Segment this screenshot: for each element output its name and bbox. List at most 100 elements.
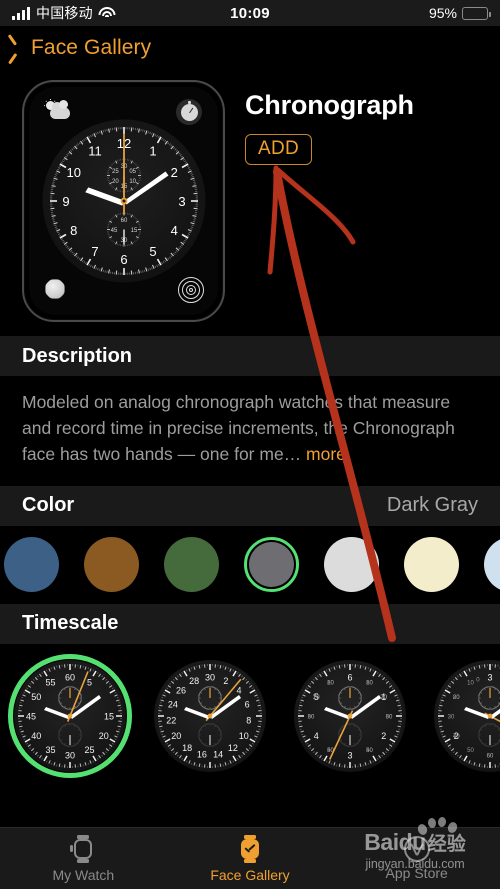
timescale-option-list[interactable]: 60 5 15 20 25 30 35 40 45 50 55 30 2 4 6 8 10 12 14 16 18 20 2… <box>0 644 500 789</box>
svg-text:60: 60 <box>487 754 494 760</box>
svg-text:6: 6 <box>347 673 352 683</box>
face-preview-section: 121234567891011 300510152025 60153045 <box>0 70 500 336</box>
svg-text:80: 80 <box>453 695 460 701</box>
description-header-label: Description <box>22 344 133 367</box>
svg-text:3: 3 <box>347 751 352 761</box>
svg-text:30: 30 <box>205 673 215 683</box>
color-swatch-fill <box>324 537 379 593</box>
color-swatch-light-blue[interactable] <box>484 537 500 593</box>
tab-my-watch[interactable]: My Watch <box>0 834 167 883</box>
apple-watch-icon <box>70 834 96 864</box>
svg-text:4: 4 <box>170 223 177 238</box>
svg-text:60: 60 <box>120 218 127 224</box>
timescale-dial-face: 30 2 4 6 8 10 12 14 16 18 20 22 24 26 28 <box>154 660 266 773</box>
svg-text:6: 6 <box>245 700 250 710</box>
add-button[interactable]: ADD <box>245 134 313 165</box>
svg-text:60: 60 <box>308 715 315 721</box>
svg-text:15: 15 <box>104 712 114 722</box>
svg-text:15: 15 <box>130 228 137 234</box>
svg-text:50: 50 <box>31 692 41 702</box>
svg-text:5: 5 <box>149 244 156 259</box>
tab-face-gallery[interactable]: Face Gallery <box>167 834 334 883</box>
svg-text:3: 3 <box>487 673 492 683</box>
svg-text:1: 1 <box>149 144 156 159</box>
chevron-left-icon <box>14 39 25 58</box>
watch-face-icon <box>237 834 263 864</box>
color-swatch-brown[interactable] <box>84 537 139 593</box>
timescale-option-3[interactable]: 3121010202030304040505060607070808000 <box>428 654 500 778</box>
chronograph-dial: 121234567891011 300510152025 60153045 <box>42 119 205 283</box>
color-swatch-fill <box>4 537 59 593</box>
svg-text:40: 40 <box>31 731 41 741</box>
description-more-link[interactable]: more <box>306 444 346 464</box>
svg-text:45: 45 <box>110 228 117 234</box>
svg-text:3: 3 <box>178 194 185 209</box>
color-swatch-dark-gray[interactable] <box>244 537 299 593</box>
timescale-option-6[interactable]: 6 1 2 3 4 5 10 10 20 20 30 30 40 40 50 50 60 60 70 70 80 80 <box>288 654 412 778</box>
tab-app-store[interactable]: App Store <box>333 836 500 881</box>
svg-text:7: 7 <box>91 244 98 259</box>
color-swatch-fill <box>404 537 459 593</box>
watch-preview[interactable]: 121234567891011 300510152025 60153045 <box>22 80 225 322</box>
svg-text:2: 2 <box>381 731 386 741</box>
timescale-dial-face: 60 5 15 20 25 30 35 40 45 50 55 <box>14 660 126 773</box>
svg-text:25: 25 <box>111 169 118 175</box>
timescale-option-60[interactable]: 60 5 15 20 25 30 35 40 45 50 55 <box>8 654 132 779</box>
svg-text:12: 12 <box>228 743 238 753</box>
description-text: Modeled on analog chronograph watches th… <box>0 376 500 486</box>
color-swatch-blue[interactable] <box>4 537 59 593</box>
svg-text:20: 20 <box>171 731 181 741</box>
watch-screen: 121234567891011 300510152025 60153045 <box>29 87 218 315</box>
color-section-header: Color Dark Gray <box>0 485 500 526</box>
timescale-header-label: Timescale <box>22 612 119 635</box>
description-section-header: Description <box>0 336 500 376</box>
svg-text:20: 20 <box>111 179 118 185</box>
navigation-bar: Face Gallery <box>0 26 500 70</box>
color-swatch-fill <box>249 542 294 588</box>
tab-face-gallery-label: Face Gallery <box>210 867 290 883</box>
svg-text:80: 80 <box>327 681 334 687</box>
svg-text:22: 22 <box>166 716 176 726</box>
svg-text:4: 4 <box>236 685 241 695</box>
status-bar: 中国移动 10:09 95% <box>0 0 500 26</box>
tab-bar: My Watch Face Gallery App Store <box>0 827 500 889</box>
svg-text:26: 26 <box>176 685 186 695</box>
svg-text:45: 45 <box>26 712 36 722</box>
svg-text:55: 55 <box>45 678 55 688</box>
color-swatch-green[interactable] <box>164 537 219 593</box>
svg-text:70: 70 <box>453 734 460 740</box>
svg-text:6: 6 <box>120 252 127 267</box>
color-header-label: Color <box>22 494 75 517</box>
color-swatch-white[interactable] <box>324 537 379 593</box>
tab-my-watch-label: My Watch <box>52 867 115 883</box>
svg-text:28: 28 <box>189 676 199 686</box>
svg-text:35: 35 <box>45 745 55 755</box>
svg-text:10: 10 <box>129 179 136 185</box>
timescale-dial-graphics: 30 246810121416182022242628 <box>158 664 262 769</box>
svg-text:30: 30 <box>65 751 75 761</box>
svg-text:8: 8 <box>70 223 77 238</box>
svg-text:16: 16 <box>197 750 207 760</box>
svg-text:60: 60 <box>65 673 75 683</box>
timescale-dial-graphics: 60 5 15 20 25 30 35 40 45 50 55 <box>18 664 122 769</box>
svg-text:2: 2 <box>223 676 228 686</box>
timescale-dial-graphics: 3121010202030304040505060607070808000 <box>438 664 500 769</box>
svg-text:24: 24 <box>168 700 178 710</box>
svg-text:70: 70 <box>313 695 320 701</box>
color-swatch-list[interactable] <box>0 526 500 604</box>
face-info: Chronograph ADD <box>225 80 414 322</box>
timescale-dial-face: 3121010202030304040505060607070808000 <box>434 660 500 773</box>
svg-text:80: 80 <box>366 681 373 687</box>
svg-text:20: 20 <box>99 731 109 741</box>
status-bar-clock: 10:09 <box>230 4 270 22</box>
svg-text:05: 05 <box>129 169 136 175</box>
svg-text:5: 5 <box>87 678 92 688</box>
timescale-option-30[interactable]: 30 2 4 6 8 10 12 14 16 18 20 22 24 26 28 <box>148 654 272 778</box>
svg-text:0: 0 <box>476 677 480 683</box>
color-swatch-fill <box>484 537 500 593</box>
svg-text:10: 10 <box>239 731 249 741</box>
back-button[interactable]: Face Gallery <box>14 36 151 60</box>
svg-text:60: 60 <box>386 715 393 721</box>
color-swatch-cream[interactable] <box>404 537 459 593</box>
back-button-label: Face Gallery <box>31 36 152 59</box>
